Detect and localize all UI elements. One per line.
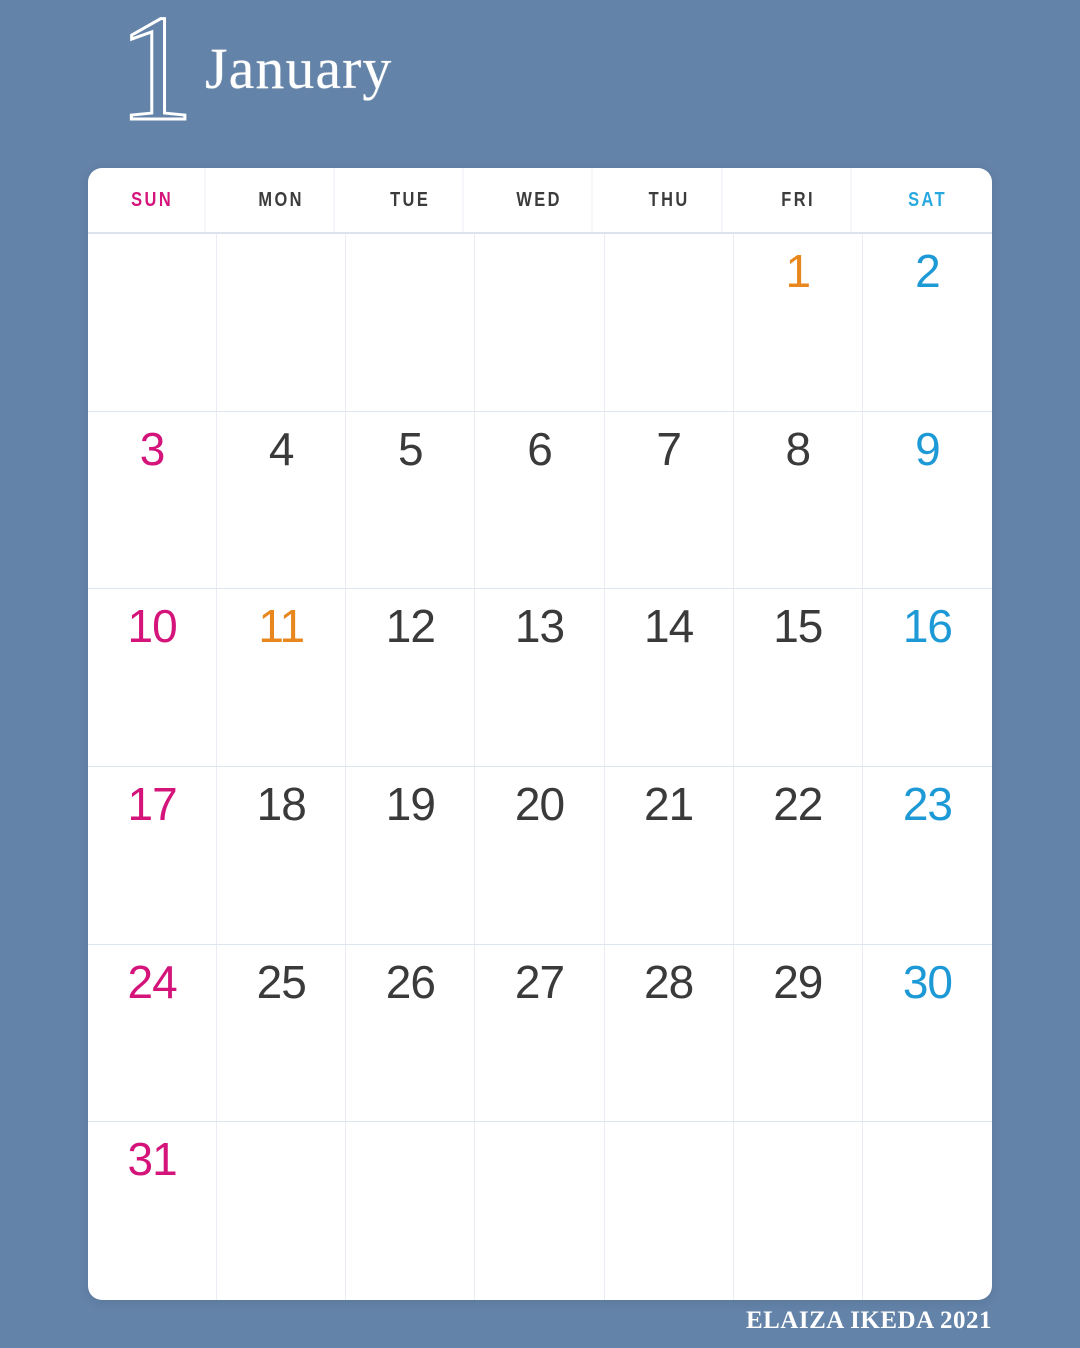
day-number: 15 xyxy=(773,600,823,653)
day-number: 12 xyxy=(385,600,436,653)
day-cell[interactable]: 1 xyxy=(734,234,863,411)
credit-line: ELAIZA IKEDA 2021 xyxy=(745,1307,992,1334)
day-cell[interactable]: 25 xyxy=(217,944,347,1122)
day-number: 2 xyxy=(915,245,941,297)
day-cell[interactable]: 2 xyxy=(863,234,992,411)
day-cell-empty xyxy=(217,1122,347,1300)
day-cell[interactable]: 9 xyxy=(863,412,992,589)
day-cell[interactable]: 29 xyxy=(734,944,863,1122)
day-cell-empty xyxy=(475,234,605,411)
day-cell[interactable]: 17 xyxy=(88,767,218,944)
day-cell-empty xyxy=(863,1122,992,1300)
day-cell[interactable]: 23 xyxy=(863,767,992,944)
day-cell[interactable]: 30 xyxy=(863,945,992,1122)
calendar-header: 1 January xyxy=(0,0,1080,168)
day-number: 10 xyxy=(127,600,177,653)
day-number: 14 xyxy=(644,600,694,653)
calendar-card: SUN MON TUE WED THU FRI SAT 1 2 3 4 5 6 7 8 9 10 11 12 13 1… xyxy=(88,168,992,1300)
day-cell[interactable]: 27 xyxy=(475,944,605,1122)
day-cell[interactable]: 6 xyxy=(475,411,605,589)
day-cell[interactable]: 11 xyxy=(217,589,347,766)
weekday-header-sat: SAT xyxy=(907,188,947,211)
day-cell[interactable]: 24 xyxy=(88,944,218,1122)
day-number: 20 xyxy=(514,778,565,830)
week-row: 12 xyxy=(88,234,992,412)
day-cell[interactable]: 20 xyxy=(475,767,605,944)
weekday-header-tue: TUE xyxy=(358,168,464,232)
week-row: 17 18 19 20 21 22 23 xyxy=(88,767,992,945)
week-row: 10 11 12 13 14 15 16 xyxy=(88,589,992,767)
weekday-header-wed: WED xyxy=(487,168,593,232)
day-number: 13 xyxy=(514,600,565,653)
day-number: 16 xyxy=(902,600,953,653)
day-cell-empty xyxy=(346,234,476,411)
day-number: 3 xyxy=(139,422,166,475)
day-number: 8 xyxy=(785,422,811,475)
day-cell[interactable]: 7 xyxy=(605,411,734,589)
day-number: 4 xyxy=(268,422,295,475)
day-cell[interactable]: 12 xyxy=(346,589,476,766)
month-name: January xyxy=(205,36,393,101)
day-cell[interactable]: 8 xyxy=(734,411,863,589)
day-cell[interactable]: 21 xyxy=(605,767,734,944)
day-cell[interactable]: 18 xyxy=(217,767,347,944)
day-cell[interactable]: 10 xyxy=(88,589,218,766)
day-number: 6 xyxy=(527,422,553,475)
day-cell-empty xyxy=(605,1122,734,1300)
day-number: 27 xyxy=(514,955,565,1008)
day-number: 23 xyxy=(902,778,953,830)
week-row: 31 xyxy=(88,1122,992,1300)
day-number: 24 xyxy=(127,955,177,1008)
day-number: 18 xyxy=(256,778,307,830)
day-number: 29 xyxy=(773,955,823,1008)
weekday-header-sun: SUN xyxy=(100,168,206,232)
weekday-header-mon: MON xyxy=(229,168,335,232)
day-cell[interactable]: 26 xyxy=(346,944,476,1122)
day-number: 26 xyxy=(385,955,436,1008)
day-number: 1 xyxy=(785,245,811,297)
day-cell-empty xyxy=(88,234,218,411)
day-number: 28 xyxy=(644,955,694,1008)
day-cell-empty xyxy=(605,234,734,411)
day-cell[interactable]: 5 xyxy=(346,411,476,589)
day-cell[interactable]: 19 xyxy=(346,767,476,944)
day-number: 11 xyxy=(258,600,305,653)
day-number: 21 xyxy=(644,778,694,830)
day-number: 9 xyxy=(915,422,941,475)
day-number: 17 xyxy=(127,778,177,830)
day-cell[interactable]: 13 xyxy=(475,589,605,766)
day-cell[interactable]: 3 xyxy=(88,411,218,589)
day-cell[interactable]: 15 xyxy=(734,589,863,766)
month-numeral: 1 xyxy=(117,0,196,152)
day-cell[interactable]: 16 xyxy=(863,589,992,766)
day-number: 19 xyxy=(385,778,436,830)
calendar-weeks: 1 2 3 4 5 6 7 8 9 10 11 12 13 14 15 16 17 18 19 20 21 22 23 24 2… xyxy=(88,234,992,1300)
weekday-header-thu: THU xyxy=(616,168,723,232)
day-cell[interactable]: 14 xyxy=(605,589,734,766)
day-cell[interactable]: 22 xyxy=(734,767,863,944)
week-row: 24 25 26 27 28 29 30 xyxy=(88,944,992,1123)
day-number: 25 xyxy=(256,955,307,1008)
weekday-header-row: SUN MON TUE WED THU FRI SAT xyxy=(88,168,992,234)
day-number: 7 xyxy=(656,422,682,475)
day-cell-empty xyxy=(734,1122,863,1300)
week-row: 3 4 5 6 7 8 9 xyxy=(88,411,992,590)
day-cell-empty xyxy=(217,234,347,411)
day-number: 5 xyxy=(398,422,424,475)
day-number: 31 xyxy=(127,1133,177,1186)
day-cell-empty xyxy=(346,1122,476,1300)
day-cell[interactable]: 28 xyxy=(605,944,734,1122)
weekday-header-fri: FRI xyxy=(745,168,852,232)
day-cell-empty xyxy=(475,1122,605,1300)
day-number: 22 xyxy=(773,778,823,830)
day-cell[interactable]: 4 xyxy=(217,411,347,589)
day-cell[interactable]: 31 xyxy=(88,1122,218,1300)
day-number: 30 xyxy=(902,955,953,1008)
